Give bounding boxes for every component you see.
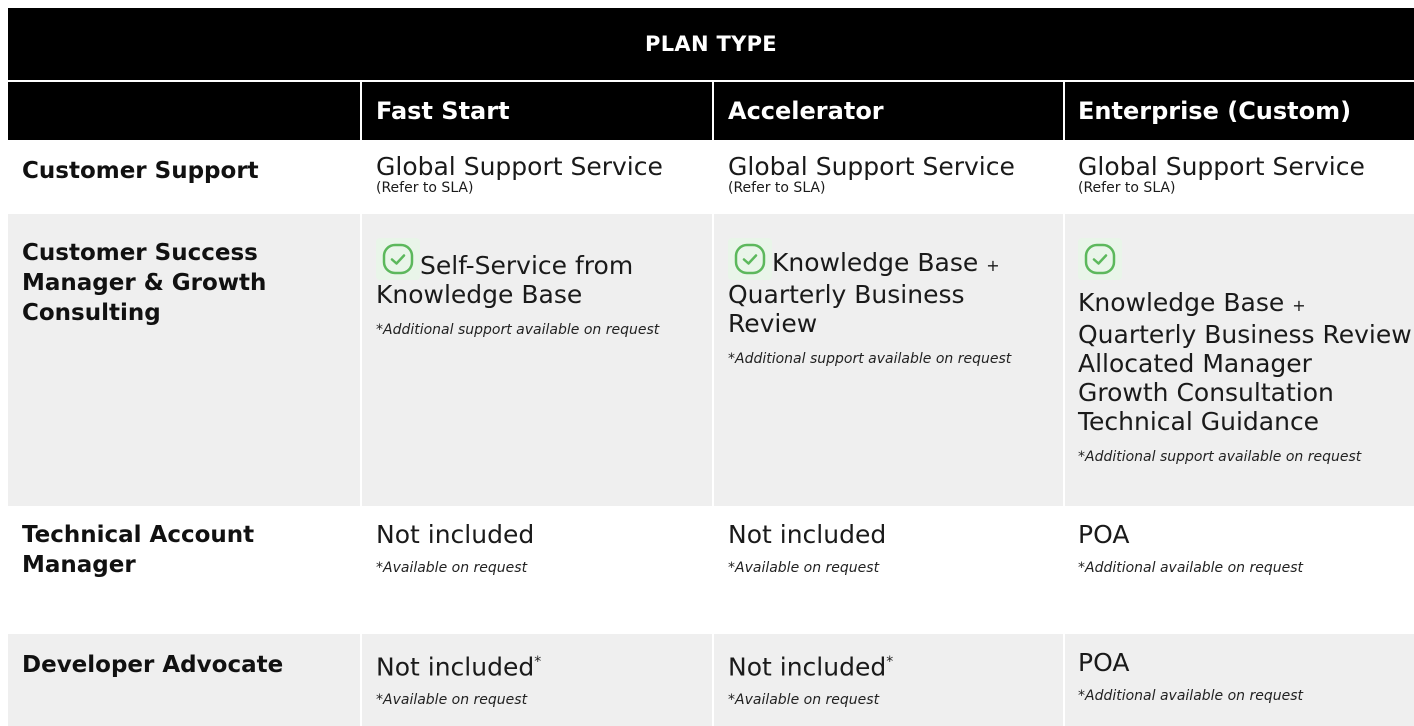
cell-accelerator-support: Global Support Service (Refer to SLA) xyxy=(728,152,1015,196)
cell-sub-text: (Refer to SLA) xyxy=(1078,180,1176,196)
plus-sign: + xyxy=(986,256,1000,275)
row-label-customer-success: Customer Success Manager & Growth Consul… xyxy=(22,238,266,328)
column-divider xyxy=(360,634,362,726)
cell-sub-text: (Refer to SLA) xyxy=(376,180,474,196)
cell-line: Review xyxy=(728,309,818,338)
cell-line: Quarterly Business Review xyxy=(1078,320,1412,349)
cell-line: Knowledge Base xyxy=(772,248,979,277)
cell-sub-text: (Refer to SLA) xyxy=(728,180,826,196)
row-label-line: Manager xyxy=(22,552,136,578)
plus-sign: + xyxy=(1292,296,1306,315)
row-label-line: Customer Success xyxy=(22,240,258,266)
cell-main-text: Not included xyxy=(728,652,887,682)
row-label-line: Manager & Growth xyxy=(22,270,267,296)
cell-note: *Additional support available on request xyxy=(376,322,660,338)
plan-type-title: PLAN TYPE xyxy=(645,32,777,56)
row-label-customer-support: Customer Support xyxy=(22,158,259,184)
check-circle-icon xyxy=(376,238,420,280)
column-header-accelerator: Accelerator xyxy=(728,97,884,125)
cell-fast-start-tam: Not included *Available on request xyxy=(376,520,534,577)
cell-note: *Additional available on request xyxy=(1078,560,1304,576)
cell-fast-start-dev-advocate: Not included* *Available on request xyxy=(376,648,541,709)
cell-main-text: Global Support Service xyxy=(728,152,1015,181)
cell-main-text: Global Support Service xyxy=(376,152,663,181)
cell-line: Growth Consultation xyxy=(1078,378,1334,407)
cell-line: Knowledge Base xyxy=(376,280,583,309)
cell-enterprise-dev-advocate: POA *Additional available on request xyxy=(1078,648,1303,705)
cell-line: Self-Service from xyxy=(420,251,634,280)
cell-main-text: Not included xyxy=(376,652,535,682)
cell-enterprise-tam: POA *Additional available on request xyxy=(1078,520,1303,577)
column-divider xyxy=(712,634,714,726)
cell-accelerator-csm: Knowledge Base + Quarterly Business Revi… xyxy=(728,238,1048,368)
row-technical-account-manager: Technical Account Manager Not included *… xyxy=(8,506,1414,634)
header-divider xyxy=(712,82,714,140)
row-label-developer-advocate: Developer Advocate xyxy=(22,652,284,678)
plan-comparison-table: PLAN TYPE Fast Start Accelerator Enterpr… xyxy=(8,8,1414,726)
asterisk: * xyxy=(534,654,542,670)
cell-enterprise-csm: Knowledge Base + Quarterly Business Revi… xyxy=(1078,238,1414,466)
cell-note: *Additional support available on request xyxy=(728,351,1012,367)
cell-note: *Additional support available on request xyxy=(1078,449,1362,465)
column-header-enterprise: Enterprise (Custom) xyxy=(1078,97,1352,125)
cell-accelerator-dev-advocate: Not included* *Available on request xyxy=(728,648,893,709)
column-divider xyxy=(1063,214,1065,506)
cell-line: Technical Guidance xyxy=(1078,407,1320,436)
cell-main-text: Not included xyxy=(376,520,535,549)
column-divider xyxy=(1063,634,1065,726)
row-customer-success: Customer Success Manager & Growth Consul… xyxy=(8,214,1414,506)
cell-note: *Available on request xyxy=(728,560,880,576)
cell-note: *Available on request xyxy=(376,692,528,709)
header-divider xyxy=(360,82,362,140)
cell-note: *Available on request xyxy=(728,692,880,709)
cell-fast-start-csm: Self-Service from Knowledge Base *Additi… xyxy=(376,238,696,339)
cell-main-text: POA xyxy=(1078,520,1130,549)
row-label-line: Consulting xyxy=(22,300,161,326)
header-divider xyxy=(1063,82,1065,140)
cell-enterprise-support: Global Support Service (Refer to SLA) xyxy=(1078,152,1365,196)
plan-type-header: PLAN TYPE xyxy=(8,8,1414,80)
asterisk: * xyxy=(886,654,894,670)
cell-main-text: POA xyxy=(1078,648,1130,677)
cell-main-text: Not included xyxy=(728,520,887,549)
cell-note: *Additional available on request xyxy=(1078,688,1304,704)
column-header-fast-start: Fast Start xyxy=(376,97,510,125)
cell-fast-start-support: Global Support Service (Refer to SLA) xyxy=(376,152,663,196)
cell-line: Knowledge Base xyxy=(1078,288,1285,317)
cell-main-text: Global Support Service xyxy=(1078,152,1365,181)
check-circle-icon xyxy=(1078,238,1122,280)
column-divider xyxy=(712,214,714,506)
cell-line: Allocated Manager xyxy=(1078,349,1312,378)
column-header-row: Fast Start Accelerator Enterprise (Custo… xyxy=(8,82,1414,140)
column-divider xyxy=(360,214,362,506)
cell-accelerator-tam: Not included *Available on request xyxy=(728,520,886,577)
row-customer-support: Customer Support Global Support Service … xyxy=(8,140,1414,214)
check-circle-icon xyxy=(728,238,772,280)
row-label-technical-account-manager: Technical Account Manager xyxy=(22,520,254,580)
cell-note: *Available on request xyxy=(376,560,528,576)
row-label-line: Technical Account xyxy=(22,522,255,548)
row-developer-advocate: Developer Advocate Not included* *Availa… xyxy=(8,634,1414,726)
cell-line: Quarterly Business xyxy=(728,280,965,309)
